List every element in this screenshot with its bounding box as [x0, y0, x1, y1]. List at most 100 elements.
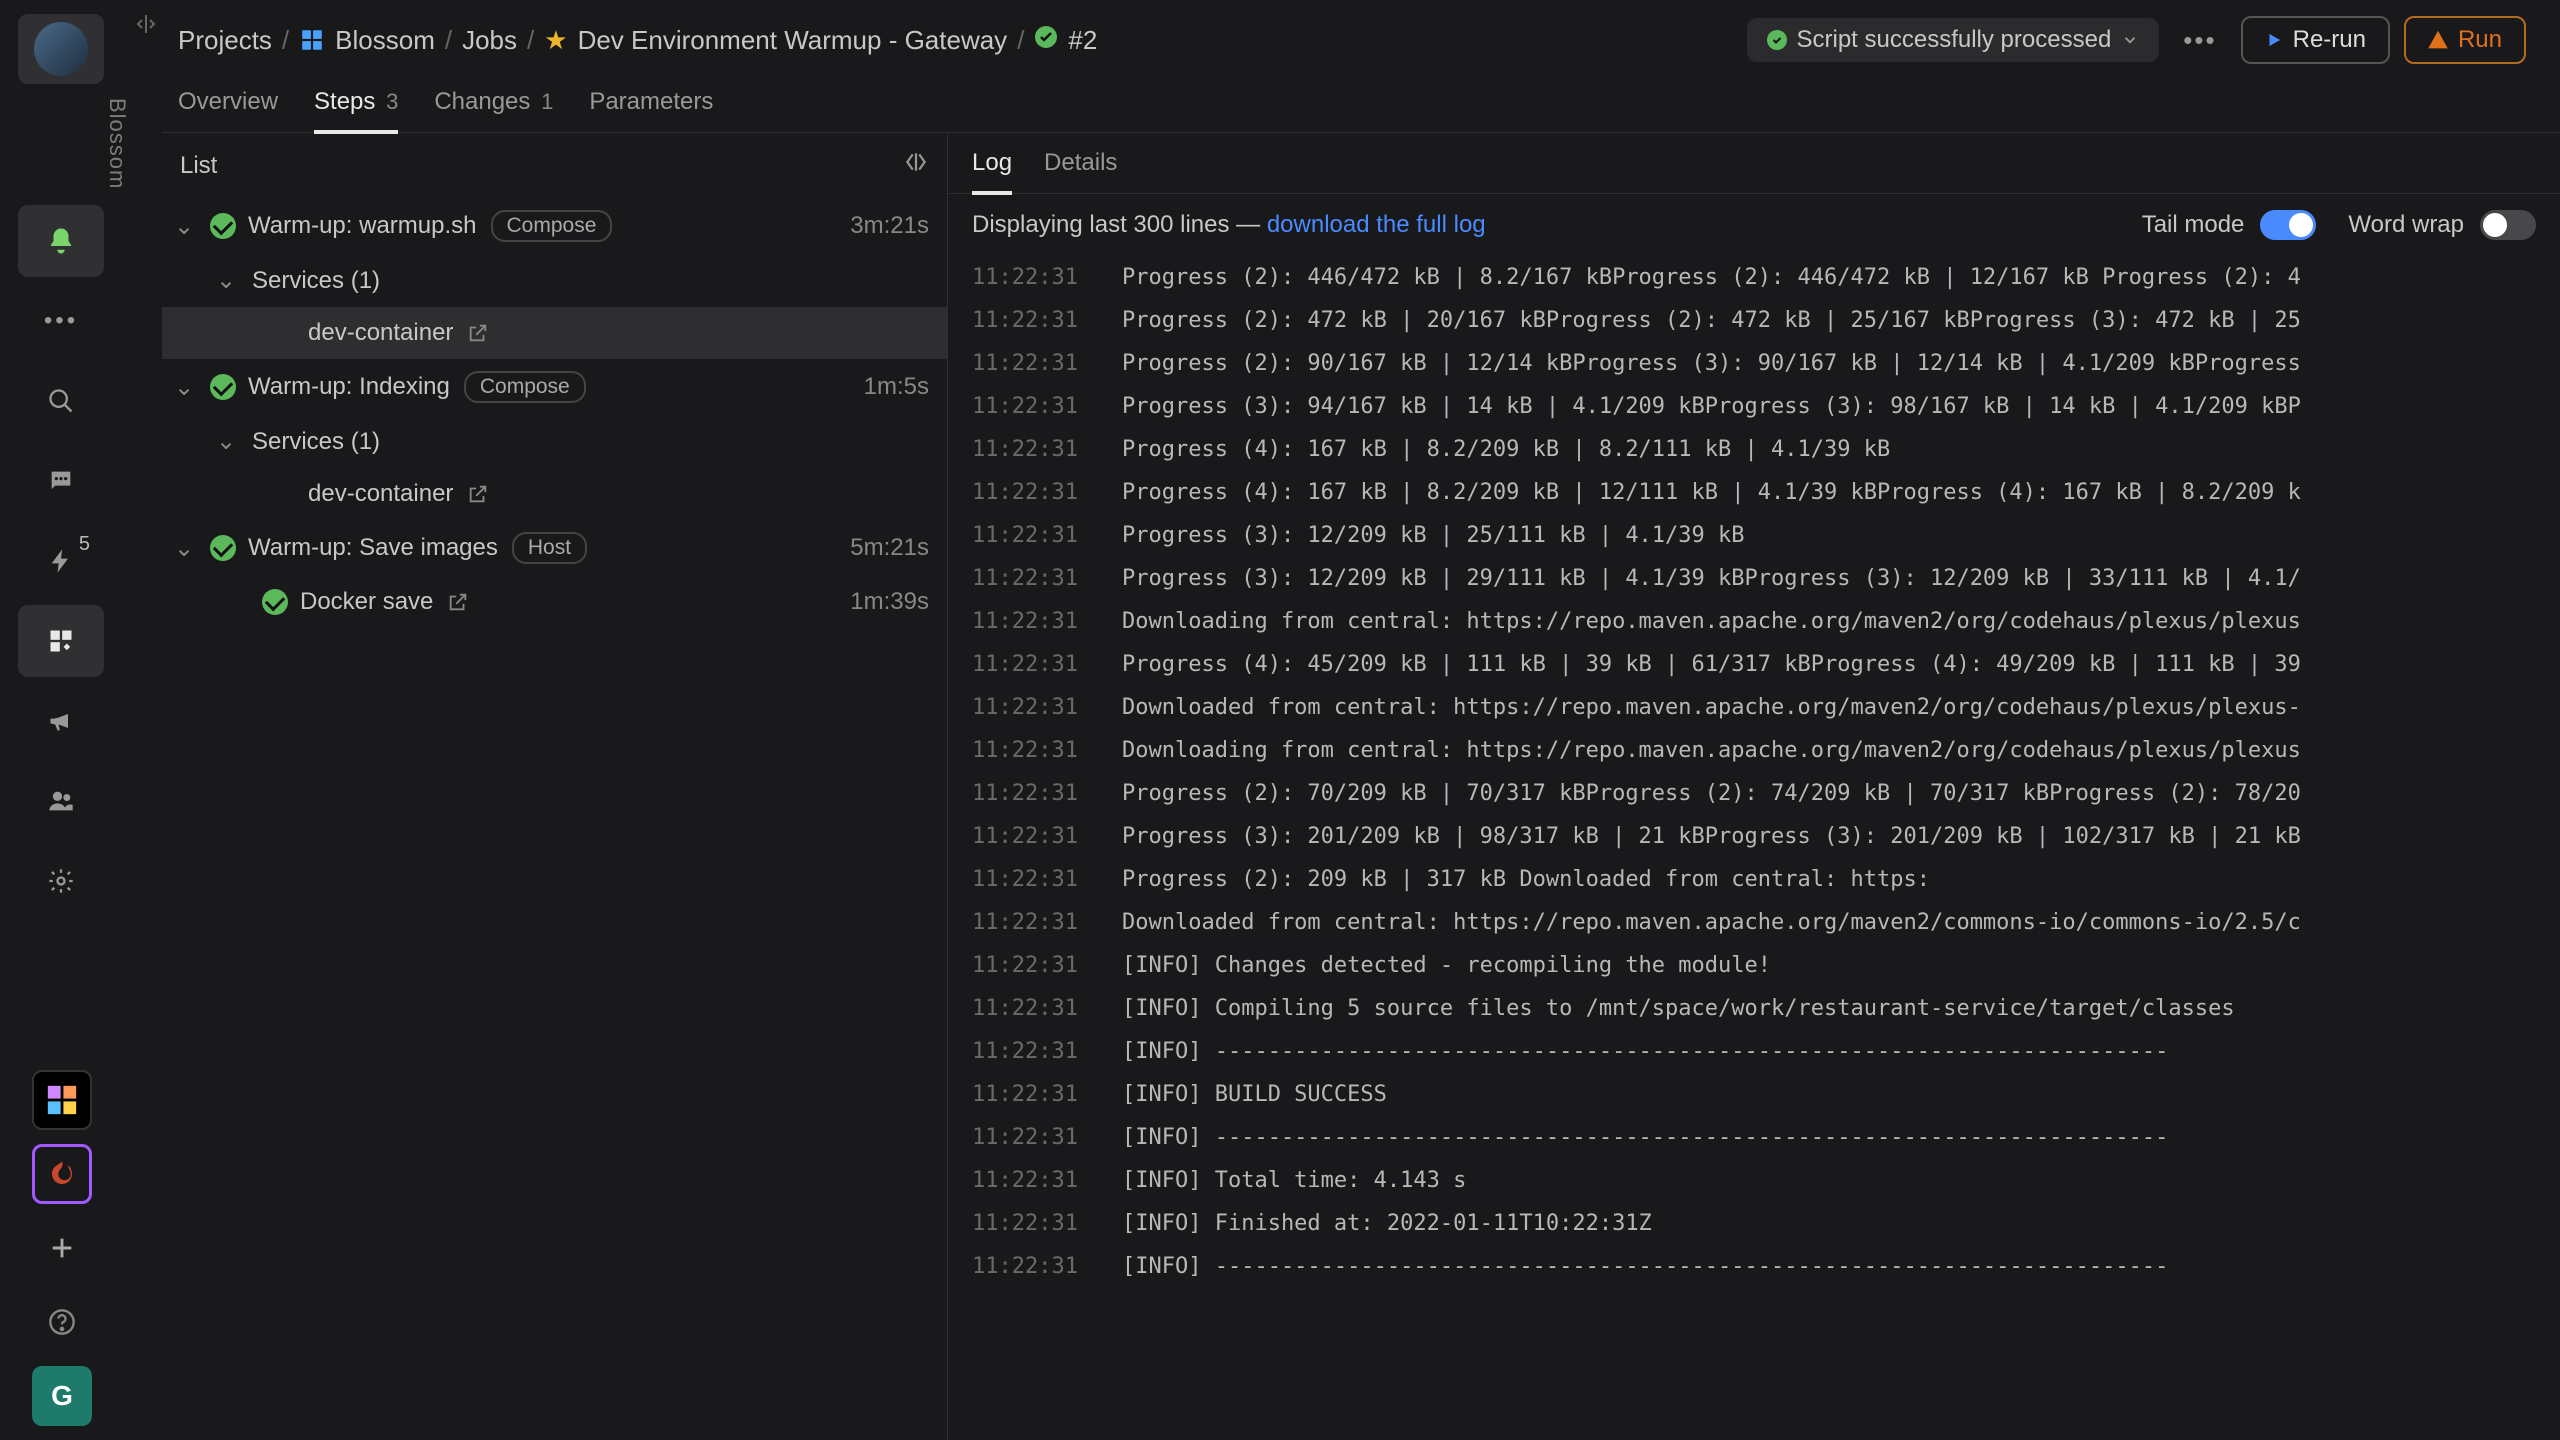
gear-icon — [47, 867, 75, 895]
search-button[interactable] — [18, 365, 104, 437]
tail-mode-toggle[interactable] — [2260, 210, 2316, 240]
collapse-list-button[interactable] — [903, 149, 929, 182]
log-line: 11:22:31Progress (2): 70/209 kB | 70/317… — [972, 772, 2536, 815]
more-button[interactable]: ••• — [18, 285, 104, 357]
team-button[interactable] — [18, 765, 104, 837]
log-line: 11:22:31Progress (4): 167 kB | 8.2/209 k… — [972, 471, 2536, 514]
external-link-icon[interactable] — [467, 322, 489, 344]
workspace-lg[interactable] — [32, 1070, 92, 1130]
breadcrumb: Projects / Blossom / Jobs / ★ Dev Enviro… — [178, 25, 1733, 56]
log-line: 11:22:31Downloaded from central: https:/… — [972, 901, 2536, 944]
log-line: 11:22:31[INFO] Finished at: 2022-01-11T1… — [972, 1202, 2536, 1245]
step-name: Warm-up: warmup.sh — [248, 212, 477, 240]
org-switcher[interactable] — [18, 14, 104, 84]
help-button[interactable] — [32, 1292, 92, 1352]
collapse-rail-icon[interactable] — [134, 12, 158, 36]
log-timestamp: 11:22:31 — [972, 1116, 1122, 1159]
nav-rail: Blossom ••• 5 — [0, 0, 130, 1440]
step-row[interactable]: ⌄ Warm-up: IndexingCompose 1m:5s — [162, 359, 947, 415]
log-panel: Log Details Displaying last 300 lines — … — [948, 133, 2560, 1440]
log-message: Progress (3): 201/209 kB | 98/317 kB | 2… — [1122, 815, 2301, 858]
word-wrap-label: Word wrap — [2348, 211, 2464, 239]
log-message: [INFO] ---------------------------------… — [1122, 1030, 2168, 1073]
rerun-button[interactable]: Re-run — [2241, 16, 2390, 64]
log-header-text: Displaying last 300 lines — download the… — [972, 211, 1486, 239]
step-name: Warm-up: Indexing — [248, 373, 450, 401]
service-row[interactable]: dev-container — [162, 307, 947, 359]
dots-icon: ••• — [44, 307, 78, 335]
help-icon — [48, 1308, 76, 1336]
services-row[interactable]: ⌄ Services (1) — [162, 254, 947, 307]
tail-mode-label: Tail mode — [2142, 211, 2245, 239]
log-message: Downloading from central: https://repo.m… — [1122, 600, 2301, 643]
settings-button[interactable] — [18, 845, 104, 917]
sub-step-row[interactable]: Docker save 1m:39s — [162, 576, 947, 628]
star-icon[interactable]: ★ — [544, 25, 567, 56]
step-tag: Compose — [464, 371, 586, 403]
chevron-down-icon: ⌄ — [216, 266, 240, 295]
step-name: Warm-up: Save images — [248, 534, 498, 562]
step-tag: Host — [512, 532, 587, 564]
run-button[interactable]: Run — [2404, 16, 2526, 64]
step-time: 1m:39s — [850, 588, 929, 616]
log-line: 11:22:31Progress (2): 446/472 kB | 8.2/1… — [972, 256, 2536, 299]
step-row[interactable]: ⌄ Warm-up: warmup.shCompose 3m:21s — [162, 198, 947, 254]
page-header: Projects / Blossom / Jobs / ★ Dev Enviro… — [162, 0, 2560, 76]
log-message: Progress (3): 12/209 kB | 25/111 kB | 4.… — [1122, 514, 1745, 557]
word-wrap-toggle[interactable] — [2480, 210, 2536, 240]
rerun-label: Re-run — [2293, 26, 2366, 54]
avatar — [34, 22, 88, 76]
download-log-link[interactable]: download the full log — [1267, 211, 1486, 238]
service-row[interactable]: dev-container — [162, 468, 947, 520]
crumb-project[interactable]: Blossom — [335, 25, 435, 56]
activity-button[interactable]: 5 — [18, 525, 104, 597]
bolt-icon — [47, 547, 75, 575]
external-link-icon[interactable] — [447, 591, 469, 613]
log-tab[interactable]: Log — [972, 149, 1012, 195]
projects-button[interactable] — [18, 605, 104, 677]
chat-button[interactable] — [18, 445, 104, 517]
check-icon — [1034, 25, 1058, 56]
services-row[interactable]: ⌄ Services (1) — [162, 415, 947, 468]
log-message: Progress (2): 70/209 kB | 70/317 kBProgr… — [1122, 772, 2301, 815]
tab-parameters[interactable]: Parameters — [589, 88, 713, 132]
log-timestamp: 11:22:31 — [972, 514, 1122, 557]
tab-changes[interactable]: Changes 1 — [434, 88, 553, 132]
log-line: 11:22:31Progress (2): 90/167 kB | 12/14 … — [972, 342, 2536, 385]
status-chip[interactable]: Script successfully processed — [1747, 18, 2160, 62]
crumb-job[interactable]: Dev Environment Warmup - Gateway — [578, 25, 1008, 56]
log-message: [INFO] ---------------------------------… — [1122, 1245, 2168, 1288]
collapse-icon — [903, 149, 929, 175]
log-message: Downloading from central: https://repo.m… — [1122, 729, 2301, 772]
log-timestamp: 11:22:31 — [972, 1202, 1122, 1245]
workspace-or[interactable] — [32, 1144, 92, 1204]
log-timestamp: 11:22:31 — [972, 686, 1122, 729]
log-line: 11:22:31Progress (4): 167 kB | 8.2/209 k… — [972, 428, 2536, 471]
details-tab[interactable]: Details — [1044, 149, 1117, 193]
log-timestamp: 11:22:31 — [972, 256, 1122, 299]
crumb-projects[interactable]: Projects — [178, 25, 272, 56]
external-link-icon[interactable] — [467, 483, 489, 505]
log-timestamp: 11:22:31 — [972, 858, 1122, 901]
step-row[interactable]: ⌄ Warm-up: Save imagesHost 5m:21s — [162, 520, 947, 576]
more-actions-button[interactable]: ••• — [2173, 25, 2226, 56]
notifications-button[interactable] — [18, 205, 104, 277]
log-output[interactable]: 11:22:31Progress (2): 446/472 kB | 8.2/1… — [948, 256, 2560, 1440]
crumb-jobs[interactable]: Jobs — [462, 25, 517, 56]
announcements-button[interactable] — [18, 685, 104, 757]
step-time: 5m:21s — [850, 534, 929, 562]
workspace-g[interactable]: G — [32, 1366, 92, 1426]
log-timestamp: 11:22:31 — [972, 1159, 1122, 1202]
status-text: Script successfully processed — [1797, 26, 2112, 54]
tab-steps[interactable]: Steps 3 — [314, 88, 398, 134]
log-message: [INFO] BUILD SUCCESS — [1122, 1073, 1387, 1116]
add-workspace-button[interactable] — [32, 1218, 92, 1278]
log-message: Progress (2): 209 kB | 317 kB Downloaded… — [1122, 858, 1930, 901]
step-time: 3m:21s — [850, 212, 929, 240]
chevron-down-icon — [2121, 31, 2139, 49]
log-timestamp: 11:22:31 — [972, 600, 1122, 643]
log-line: 11:22:31Downloaded from central: https:/… — [972, 686, 2536, 729]
tab-overview[interactable]: Overview — [178, 88, 278, 132]
chat-icon — [47, 467, 75, 495]
log-message: Downloaded from central: https://repo.ma… — [1122, 686, 2301, 729]
